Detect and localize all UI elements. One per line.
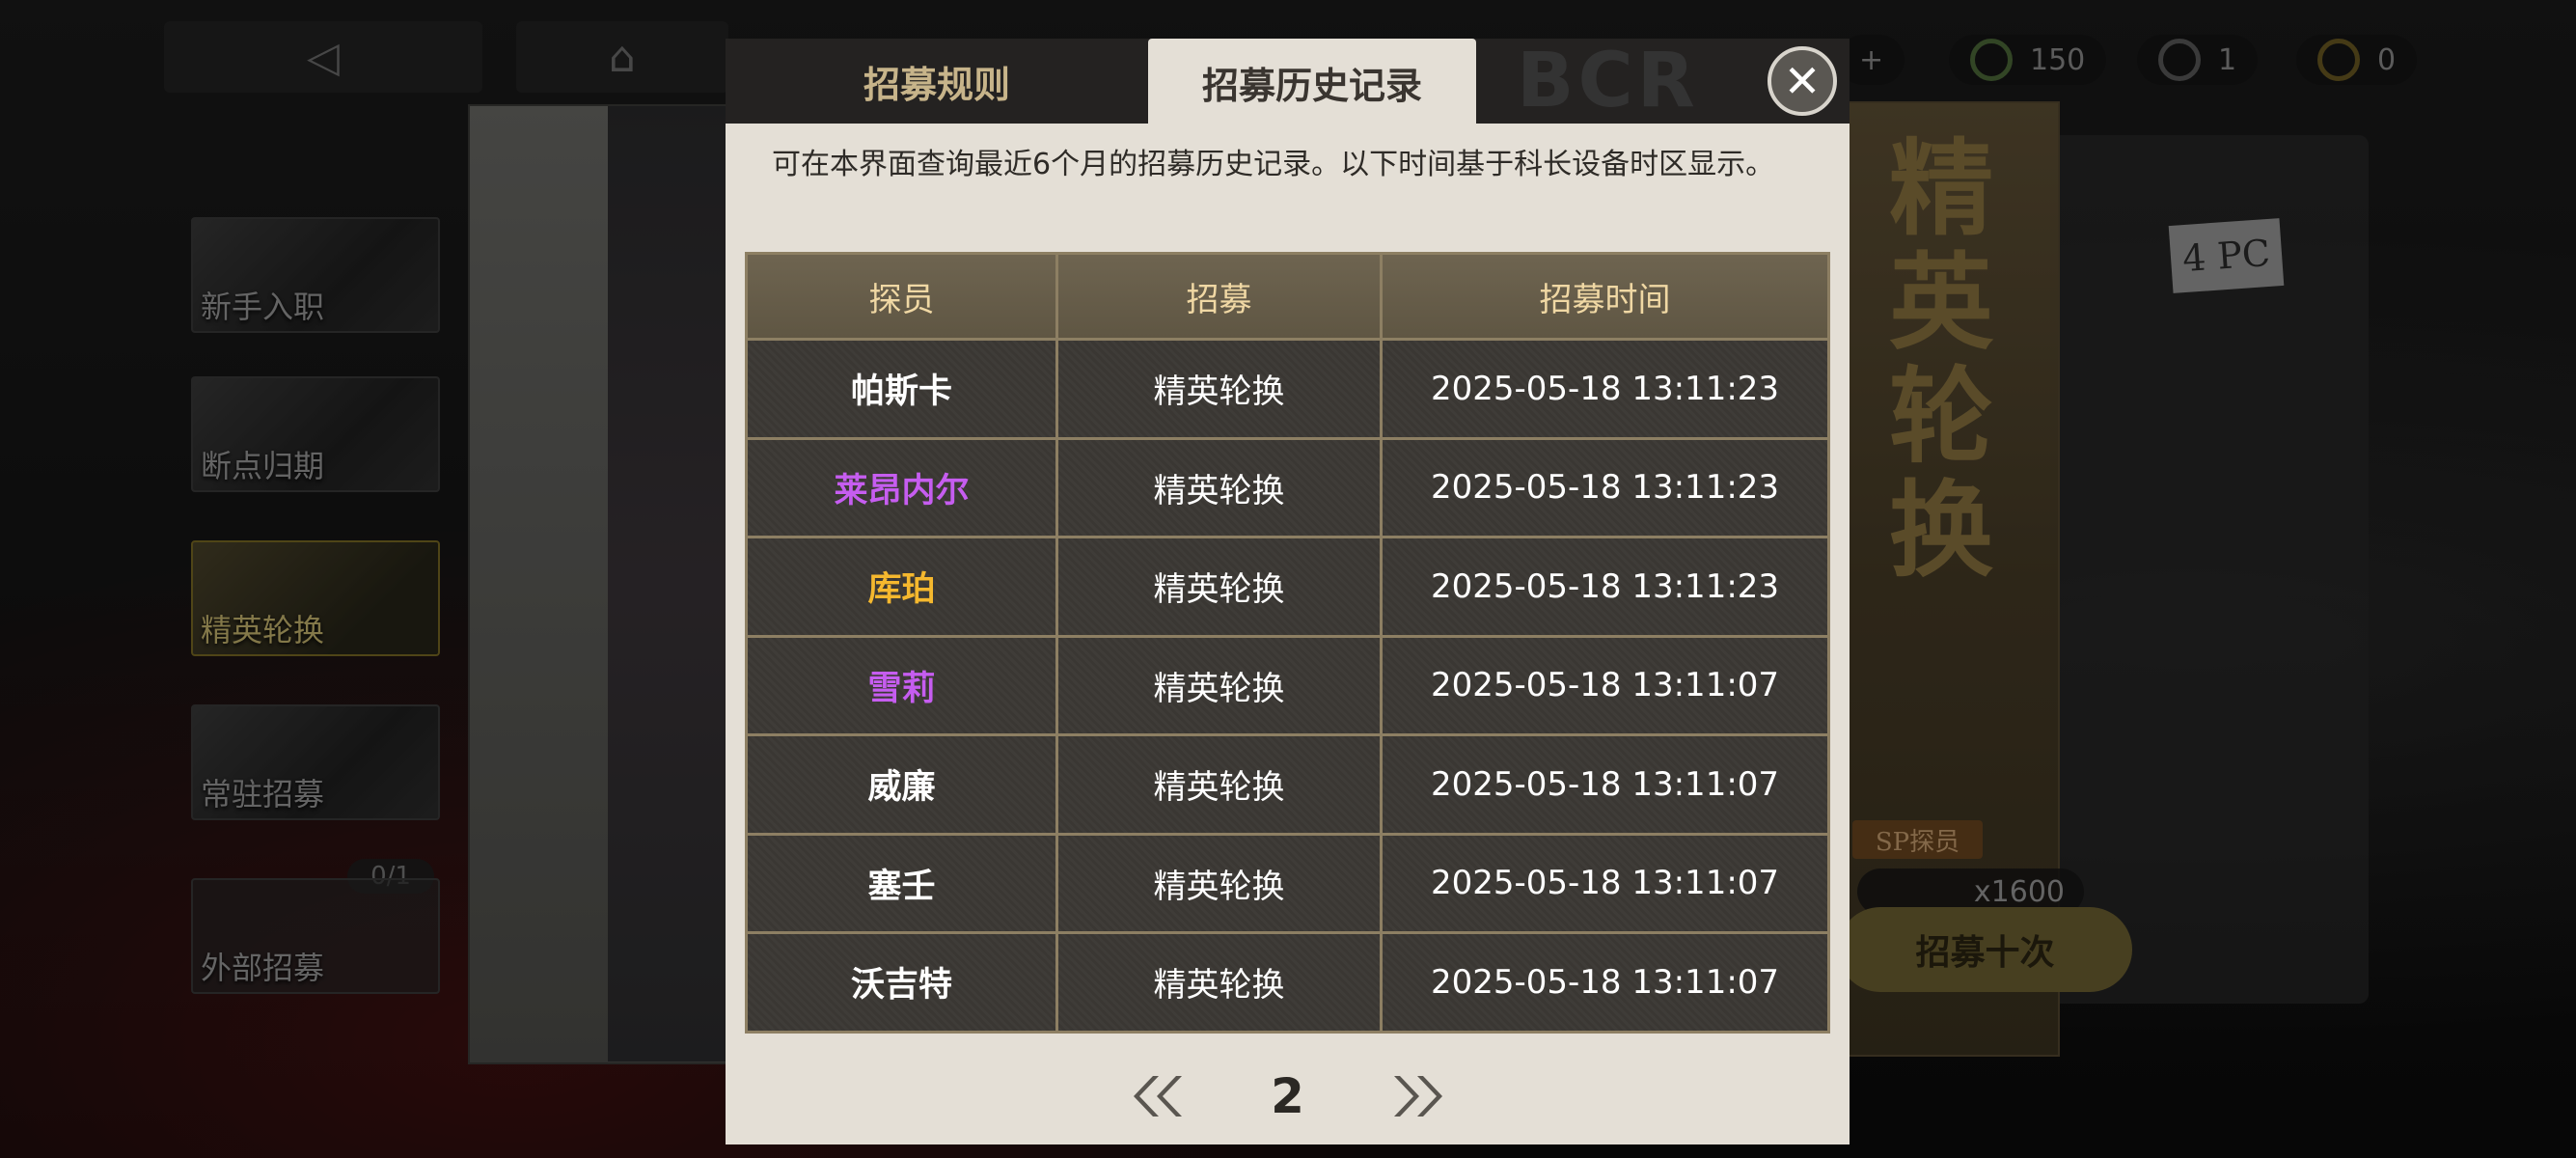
table-row: 沃吉特 精英轮换 2025-05-18 13:11:07: [748, 931, 1827, 1031]
recruit-time: 2025-05-18 13:11:23: [1430, 566, 1780, 606]
agent-name: 莱昂内尔: [748, 439, 1058, 536]
current-page-number: 2: [1271, 1068, 1304, 1124]
prev-page-button[interactable]: [1130, 1069, 1190, 1123]
column-header-time: 招募时间: [1539, 280, 1671, 319]
table-row: 塞壬 精英轮换 2025-05-18 13:11:07: [748, 832, 1827, 931]
agent-name: 库珀: [748, 538, 1058, 635]
agent-name: 沃吉特: [748, 934, 1058, 1031]
recruit-history-dialog: 招募规则 招募历史记录 BCR ✕ 可在本界面查询最近6个月的招募历史记录。以下…: [726, 39, 1850, 1144]
tab-recruit-rules[interactable]: 招募规则: [726, 39, 1148, 124]
recruit-pool: 精英轮换: [1058, 439, 1383, 536]
agent-name: 帕斯卡: [748, 341, 1058, 437]
recruit-time: 2025-05-18 13:11:07: [1430, 764, 1780, 804]
recruit-pool: 精英轮换: [1058, 835, 1383, 931]
recruit-time: 2025-05-18 13:11:23: [1430, 468, 1780, 508]
recruit-pool: 精英轮换: [1058, 637, 1383, 733]
dialog-body: 可在本界面查询最近6个月的招募历史记录。以下时间基于科长设备时区显示。 探员 招…: [726, 124, 1850, 1144]
close-button[interactable]: ✕: [1768, 46, 1837, 116]
agent-name: 雪莉: [748, 637, 1058, 733]
recruit-pool: 精英轮换: [1058, 538, 1383, 635]
close-icon: ✕: [1783, 55, 1822, 107]
recruit-time: 2025-05-18 13:11:07: [1430, 962, 1780, 1002]
recruit-time: 2025-05-18 13:11:23: [1430, 369, 1780, 408]
recruit-pool: 精英轮换: [1058, 341, 1383, 437]
column-header-agent: 探员: [748, 255, 1058, 338]
table-row: 威廉 精英轮换 2025-05-18 13:11:07: [748, 733, 1827, 833]
table-row: 帕斯卡 精英轮换 2025-05-18 13:11:23: [748, 338, 1827, 437]
next-page-button[interactable]: [1386, 1069, 1446, 1123]
table-row: 雪莉 精英轮换 2025-05-18 13:11:07: [748, 634, 1827, 733]
double-chevron-right-icon: [1393, 1076, 1442, 1117]
dialog-tab-bar: 招募规则 招募历史记录 BCR ✕: [726, 38, 1850, 125]
brand-watermark: BCR: [1517, 38, 1699, 124]
agent-name: 威廉: [748, 736, 1058, 833]
history-table: 探员 招募 招募时间 帕斯卡 精英轮换 2025-05-18 13:11:23 …: [745, 252, 1830, 1034]
tab-recruit-history[interactable]: 招募历史记录: [1148, 39, 1476, 125]
history-notice: 可在本界面查询最近6个月的招募历史记录。以下时间基于科长设备时区显示。: [772, 148, 1775, 181]
table-header: 探员 招募 招募时间: [748, 255, 1827, 338]
recruit-pool: 精英轮换: [1058, 736, 1383, 833]
table-row: 莱昂内尔 精英轮换 2025-05-18 13:11:23: [748, 436, 1827, 536]
recruit-time: 2025-05-18 13:11:07: [1430, 864, 1780, 903]
column-header-recruit: 招募: [1058, 255, 1383, 338]
recruit-time: 2025-05-18 13:11:07: [1430, 666, 1780, 705]
table-row: 库珀 精英轮换 2025-05-18 13:11:23: [748, 536, 1827, 635]
double-chevron-left-icon: [1133, 1076, 1182, 1117]
recruit-pool: 精英轮换: [1058, 934, 1383, 1031]
pagination: 2: [726, 1064, 1850, 1128]
agent-name: 塞壬: [748, 835, 1058, 931]
